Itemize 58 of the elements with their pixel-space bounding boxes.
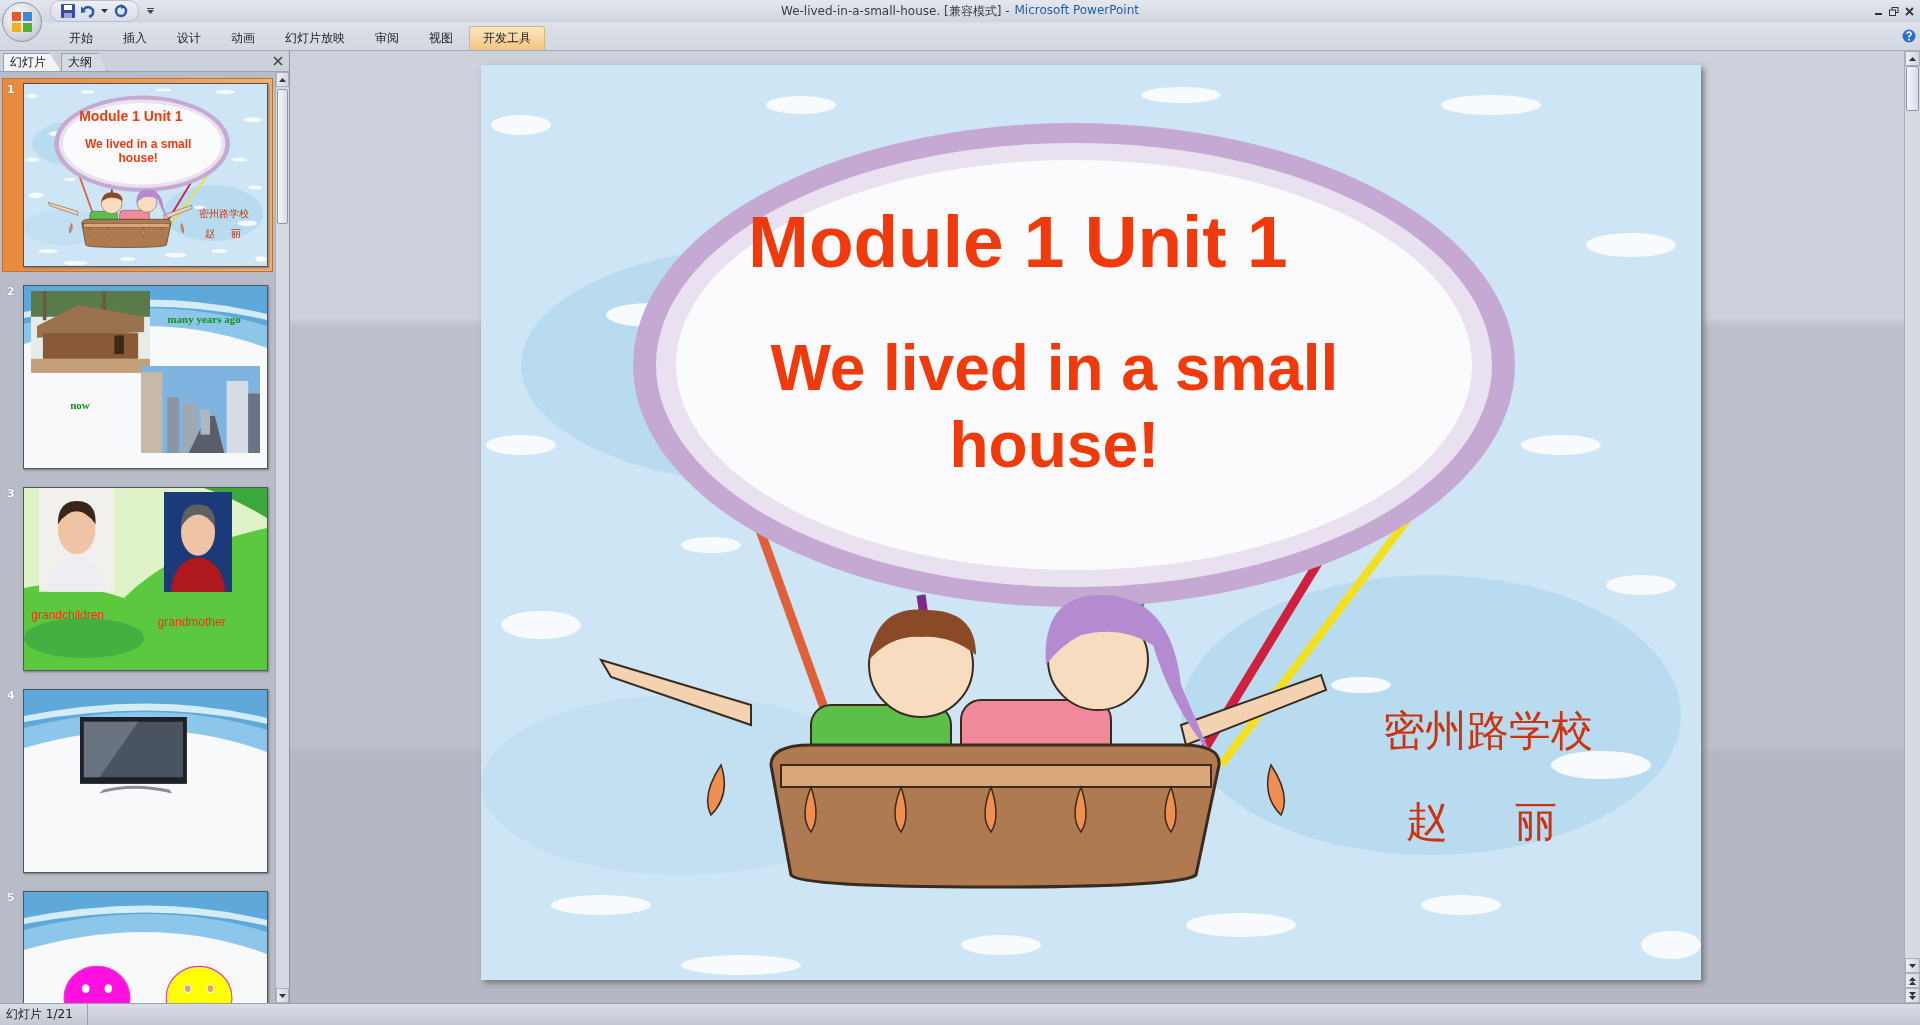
scroll-down-button[interactable] [276,988,289,1003]
slide-subtitle: We lived in a small house! [83,136,193,166]
redo-icon[interactable] [114,4,128,18]
ribbon-tab[interactable]: 幻灯片放映 [271,26,359,50]
ribbon-tab[interactable]: 动画 [217,26,269,50]
author-name: 赵 丽 [1405,797,1570,848]
scrollbar-thumb[interactable] [277,89,288,224]
panel-tab[interactable]: 大纲 [61,53,107,71]
caret-icon[interactable] [101,9,108,13]
ribbon-tab[interactable]: 开始 [55,26,107,50]
customize-caret-icon[interactable] [147,8,154,14]
next-slide-button[interactable] [1905,988,1920,1003]
previous-slide-button[interactable] [1905,973,1920,988]
school-name: 密州路学校 [199,207,250,220]
ribbon-tab[interactable]: 开发工具 [469,26,545,50]
scrollbar-thumb[interactable] [1906,66,1919,111]
slide-counter: 幻灯片 1/21 [0,1004,88,1025]
slide-caption: grandchildren [31,608,104,623]
slide-thumbnail[interactable] [23,689,268,873]
ribbon-tab[interactable]: 插入 [109,26,161,50]
slide-caption: grandmother [157,615,226,630]
school-name: 密州路学校 [1382,705,1593,756]
ribbon-tab[interactable]: 审阅 [361,26,413,50]
slide-number: 3 [7,487,16,502]
slide-number: 1 [7,83,16,98]
close-icon[interactable] [1905,6,1914,16]
office-logo-icon [10,10,34,34]
slide-caption: now [70,398,90,411]
help-icon[interactable] [1902,29,1916,43]
scroll-up-button[interactable] [276,72,289,87]
slide-number: 2 [7,285,16,300]
panel-tab[interactable]: 幻灯片 [3,53,61,71]
close-icon[interactable] [273,56,283,66]
down-arrow-icon [279,993,286,998]
up-arrow-icon [279,77,286,82]
save-icon[interactable] [61,4,75,18]
app-name: Microsoft PowerPoint [1014,2,1139,19]
hill-shape [204,488,267,518]
double-down-arrow-icon [1909,991,1916,1000]
slide-caption: many years ago [167,313,241,326]
ribbon-tab[interactable]: 视图 [415,26,467,50]
ribbon-tab[interactable]: 设计 [163,26,215,50]
double-up-arrow-icon [1909,976,1916,985]
slide-thumbnail[interactable]: many years ago now [23,285,268,469]
slide-heading: Module 1 Unit 1 [79,107,183,125]
restore-icon[interactable] [1889,6,1899,16]
slide-subtitle: We lived in a small house! [769,331,1340,484]
scroll-down-button[interactable] [1905,958,1920,973]
scroll-up-button[interactable] [1905,51,1920,66]
window-title: We-lived-in-a-small-house. [兼容模式] - [780,2,1010,20]
slide-thumbnail[interactable]: Module 1 Unit 1 We lived in a small house! 密州路学校 赵 丽 [23,83,268,267]
author-name: 赵 丽 [204,227,244,240]
up-arrow-icon [1909,56,1916,61]
slide-heading: Module 1 Unit 1 [748,199,1288,284]
undo-icon[interactable] [81,4,95,18]
slide-number: 5 [7,891,16,906]
slide-number: 4 [7,689,16,704]
down-arrow-icon [1909,963,1916,968]
